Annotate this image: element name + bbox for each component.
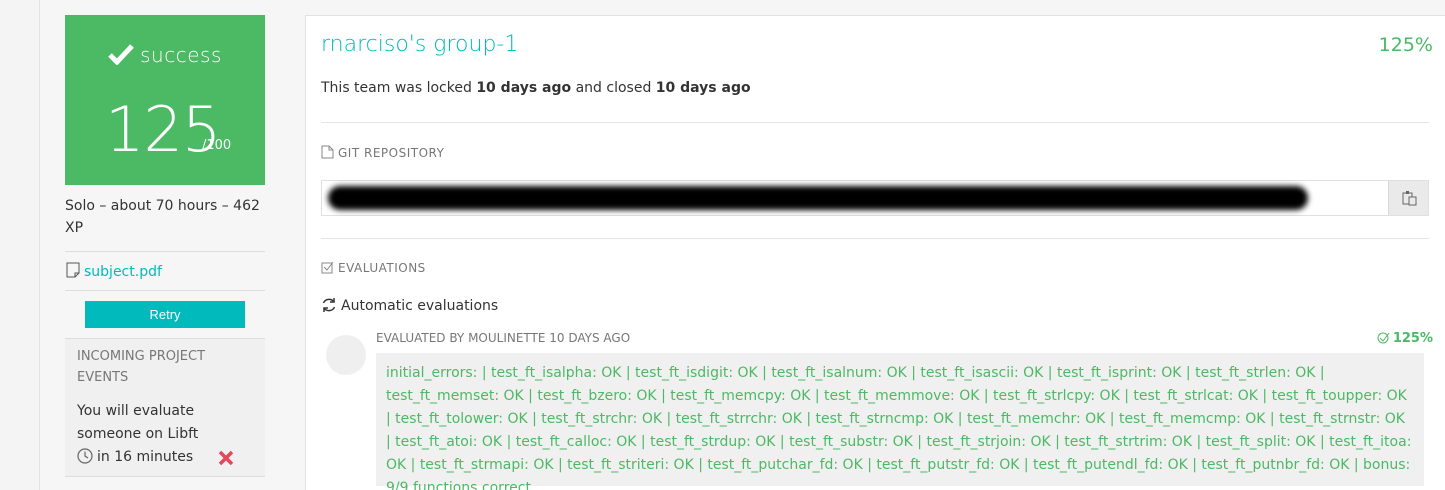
file-icon [321, 145, 334, 159]
team-percent: 125% [1378, 34, 1433, 56]
git-repository-label: GIT REPOSITORY [321, 145, 444, 160]
events-title: INCOMING PROJECT EVENTS [77, 349, 206, 385]
divider [321, 238, 1429, 239]
status-label: success [65, 43, 265, 67]
retry-button[interactable]: Retry [85, 301, 245, 328]
clock-icon [77, 448, 93, 464]
check-badge-icon [1377, 332, 1390, 344]
incoming-events: INCOMING PROJECT EVENTS You will evaluat… [65, 339, 265, 477]
event-description: You will evaluate someone on Libft [77, 403, 199, 442]
close-icon[interactable] [217, 449, 235, 467]
evaluation-result: initial_errors: | test_ft_isalpha: OK | … [376, 353, 1424, 490]
evaluations-label: EVALUATIONS [321, 261, 426, 275]
left-nav-bar [0, 0, 40, 490]
document-icon [66, 262, 80, 278]
evaluator-label: EVALUATED BY MOULINETTE 10 DAYS AGO [376, 331, 631, 345]
checkbox-icon [321, 261, 334, 274]
team-lock-status: This team was locked 10 days ago and clo… [321, 80, 751, 96]
refresh-icon [322, 298, 336, 312]
project-meta: Solo – about 70 hours – 462 XP [65, 195, 265, 252]
checkmark-icon [108, 44, 134, 66]
git-repository-field[interactable] [321, 180, 1429, 216]
event-time: in 16 minutes [77, 448, 253, 476]
avatar [326, 335, 366, 375]
score-value: 125 [105, 93, 221, 166]
clipboard-icon [1402, 191, 1416, 206]
automatic-evaluations-title: Automatic evaluations [321, 297, 498, 314]
redacted-url [328, 186, 1308, 210]
retry-row: Retry [65, 291, 265, 339]
team-panel: rnarciso's group-1 125% This team was lo… [305, 15, 1445, 490]
subject-link[interactable]: subject.pdf [84, 264, 162, 280]
evaluation-percent: 125% [1377, 331, 1433, 346]
score-max: /100 [202, 138, 232, 153]
score-card: success 125 /100 [65, 15, 265, 185]
divider [321, 122, 1429, 123]
team-name[interactable]: rnarciso's group-1 [321, 32, 518, 57]
copy-button[interactable] [1388, 181, 1428, 215]
subject-row: subject.pdf [65, 252, 265, 291]
project-sidebar: success 125 /100 Solo – about 70 hours –… [65, 15, 265, 477]
